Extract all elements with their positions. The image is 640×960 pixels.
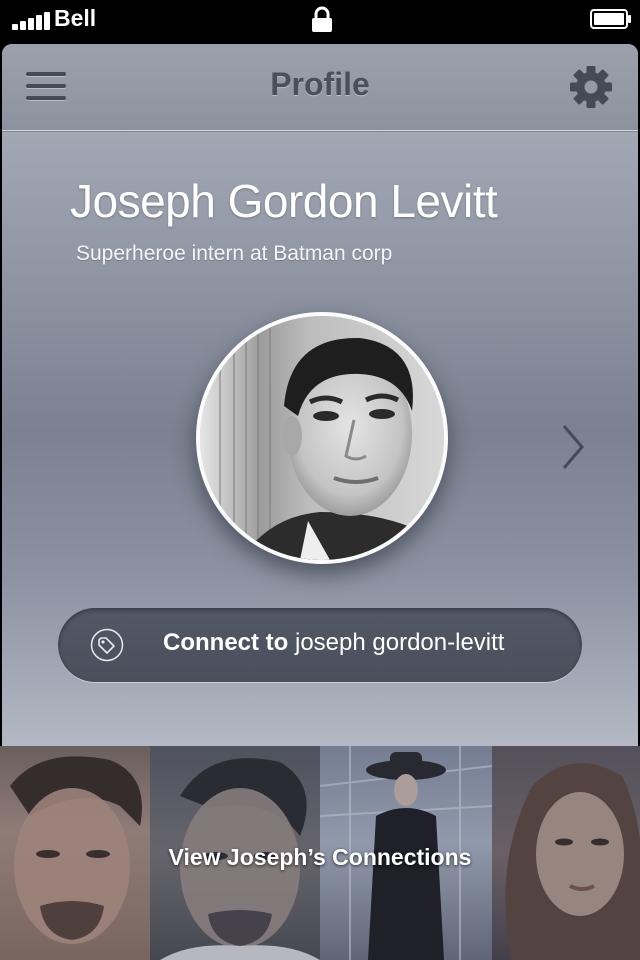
nav-bar: Profile [2,44,638,131]
connect-label-bold: Connect to [163,629,289,656]
signal-icon [12,10,52,30]
profile-photo [196,312,448,564]
battery-icon [590,9,631,29]
status-bar: Bell [0,0,640,40]
connect-label-target: joseph gordon-levitt [288,629,505,656]
tag-icon [90,628,124,662]
connect-button[interactable]: Connect to joseph gordon-levitt [58,608,582,682]
lock-icon [312,6,332,32]
phone-screen: Bell Profile Joseph Gordon Levitt Superh… [0,0,640,960]
profile-card: Profile Joseph Gordon Levitt Superheroe … [2,44,638,746]
profile-name: Joseph Gordon Levitt [70,175,498,227]
carrier-name: Bell [54,5,97,31]
chevron-right-icon[interactable] [558,422,588,472]
connections-strip[interactable]: View Joseph’s Connections [0,746,640,960]
gear-icon[interactable] [568,64,614,110]
connect-label: Connect to joseph gordon-levitt [163,629,504,657]
page-title: Profile [270,66,370,102]
profile-subtitle: Superheroe intern at Batman corp [76,242,393,265]
view-connections-label: View Joseph’s Connections [168,844,472,870]
